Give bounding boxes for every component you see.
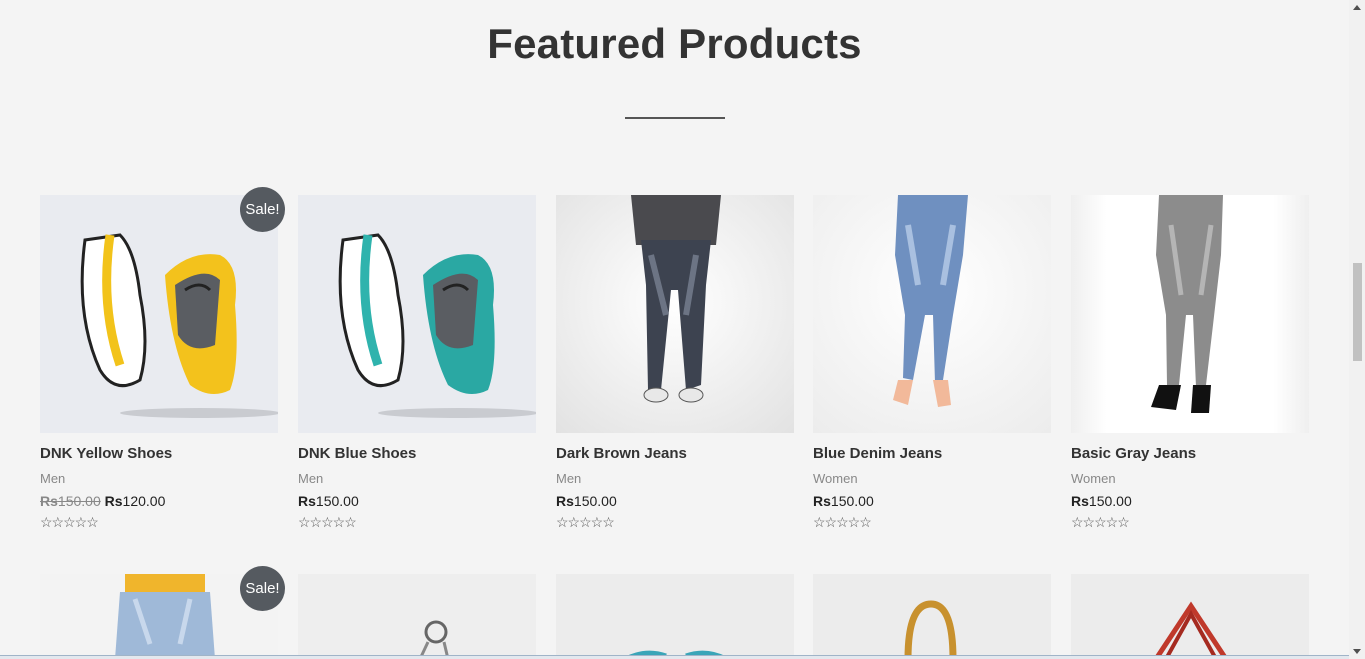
product-card[interactable]: DNK Blue Shoes Men Rs150.00 ☆☆☆☆☆ [298,195,536,530]
sale-price: 120.00 [122,493,166,509]
product-category[interactable]: Men [40,471,65,486]
product-category[interactable]: Women [1071,471,1116,486]
product-category[interactable]: Women [813,471,858,486]
product-image[interactable] [1071,574,1309,659]
browser-bottom-bar [0,655,1349,659]
scroll-down-icon[interactable] [1353,649,1361,654]
product-card[interactable] [298,574,536,659]
product-name[interactable]: DNK Blue Shoes [298,445,416,462]
rating-stars: ☆☆☆☆☆ [813,514,872,530]
product-card[interactable]: Sale! [40,566,285,659]
product-card[interactable]: Blue Denim Jeans Women Rs150.00 ☆☆☆☆☆ [813,195,1051,530]
rating-stars: ☆☆☆☆☆ [556,514,615,530]
product-image[interactable] [556,195,794,433]
page-title: Featured Products [487,20,862,67]
currency-symbol: Rs [40,493,58,509]
price: 150.00 [573,493,617,509]
price: 150.00 [315,493,359,509]
product-image[interactable] [813,574,1051,659]
product-name[interactable]: Blue Denim Jeans [813,445,942,462]
product-price: Rs150.00 Rs120.00 [40,493,165,509]
vertical-scrollbar[interactable] [1349,0,1365,659]
currency-symbol: Rs [813,493,831,509]
product-card[interactable] [556,574,794,659]
old-price: 150.00 [57,493,101,509]
scrollbar-thumb[interactable] [1353,263,1362,361]
product-name[interactable]: Basic Gray Jeans [1071,445,1196,462]
product-name[interactable]: Dark Brown Jeans [556,445,687,462]
product-image[interactable] [556,574,794,659]
product-category[interactable]: Men [298,471,323,486]
sale-badge: Sale! [240,187,285,232]
product-card[interactable]: Basic Gray Jeans Women Rs150.00 ☆☆☆☆☆ [1071,195,1309,530]
currency-symbol: Rs [104,493,123,509]
product-card[interactable]: Dark Brown Jeans Men Rs150.00 ☆☆☆☆☆ [556,195,794,530]
product-image[interactable] [1071,195,1309,433]
product-image[interactable] [813,195,1051,433]
product-price: Rs150.00 [298,493,359,509]
product-card[interactable] [1071,574,1309,659]
currency-symbol: Rs [298,493,316,509]
product-card[interactable]: Sale! DNK Yellow Shoes Men Rs150.00 Rs12… [40,187,285,530]
rating-stars: ☆☆☆☆☆ [40,514,99,530]
product-image[interactable] [298,195,536,433]
scroll-up-icon[interactable] [1353,5,1361,10]
product-image[interactable] [298,574,536,659]
product-price: Rs150.00 [1071,493,1132,509]
currency-symbol: Rs [1071,493,1089,509]
product-category[interactable]: Men [556,471,581,486]
product-card[interactable] [813,574,1051,659]
price: 150.00 [1088,493,1132,509]
price: 150.00 [830,493,874,509]
product-image[interactable] [40,195,278,433]
product-price: Rs150.00 [813,493,874,509]
rating-stars: ☆☆☆☆☆ [298,514,357,530]
title-divider [625,117,725,119]
product-price: Rs150.00 [556,493,617,509]
rating-stars: ☆☆☆☆☆ [1071,514,1130,530]
product-name[interactable]: DNK Yellow Shoes [40,445,172,462]
sale-badge: Sale! [240,566,285,611]
currency-symbol: Rs [556,493,574,509]
